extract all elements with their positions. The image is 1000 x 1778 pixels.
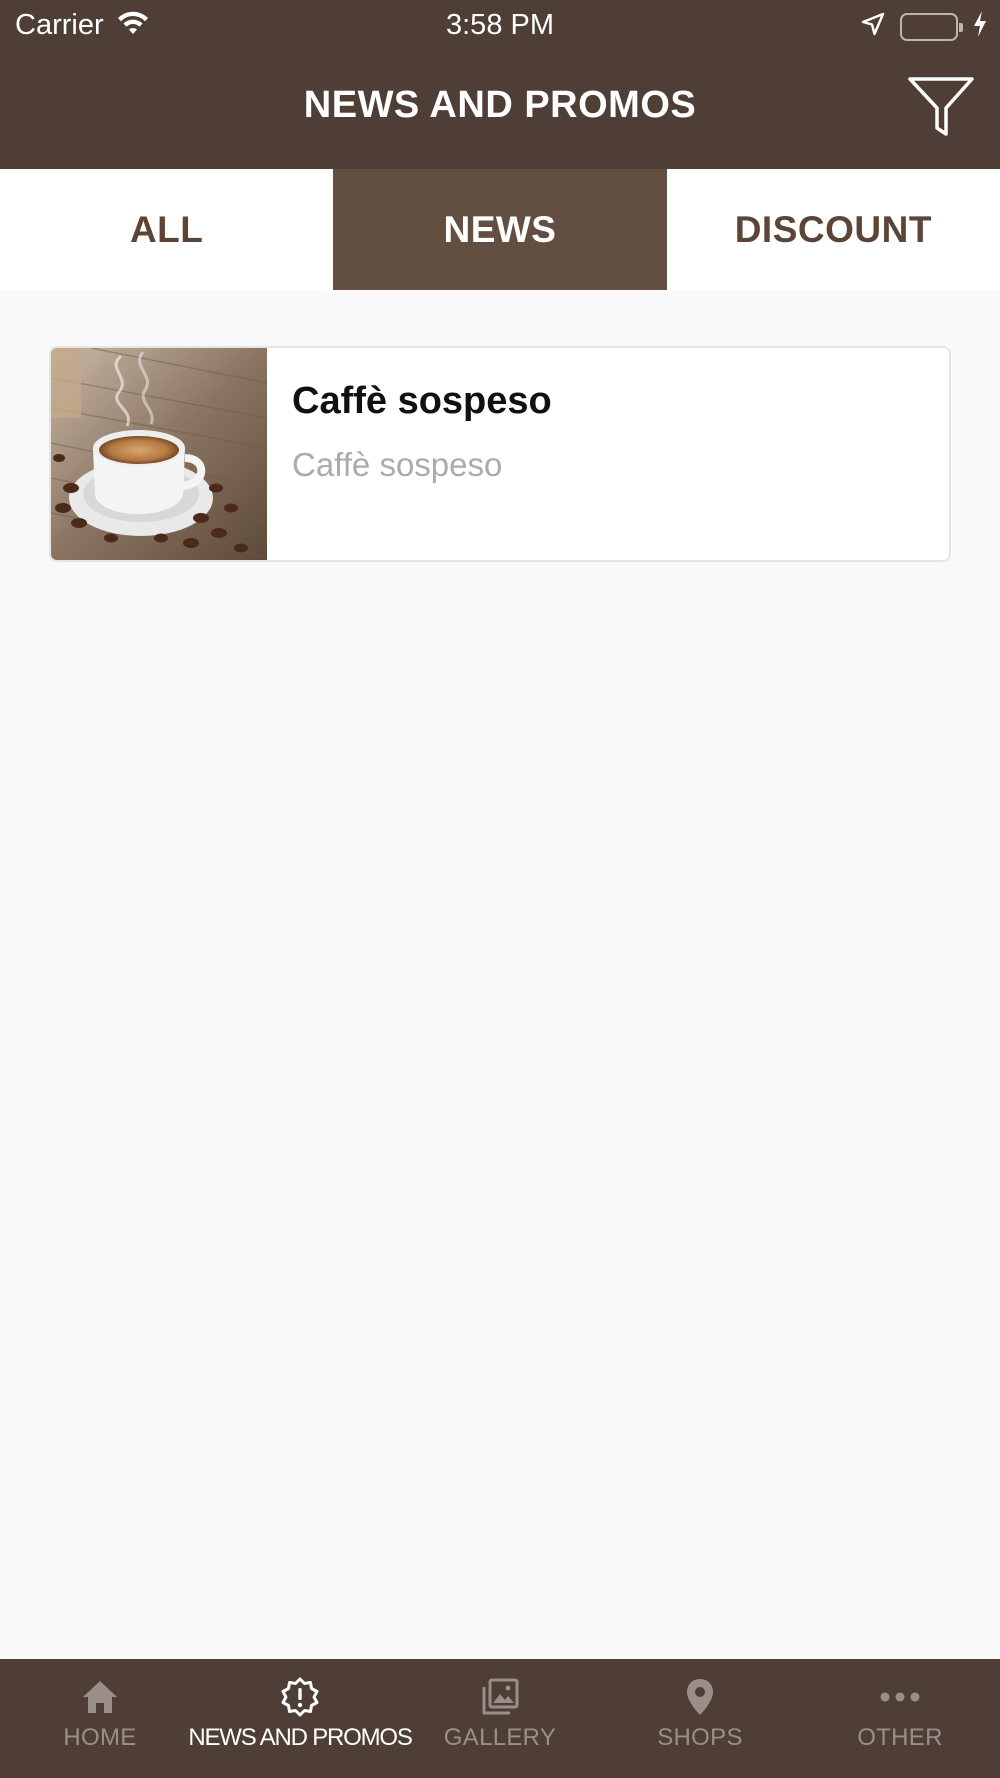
app-screen: Carrier 3:58 PM NEWS AND PROMOS ALL NEWS…	[0, 0, 1000, 1778]
tab-discount[interactable]: DISCOUNT	[667, 169, 1000, 290]
tab-all-label: ALL	[129, 208, 204, 250]
alert-badge-icon	[279, 1676, 321, 1718]
tab-news[interactable]: NEWS	[333, 169, 667, 290]
filter-funnel-icon	[908, 77, 974, 136]
tabbar-item-news-and-promos[interactable]: NEWS AND PROMOS	[188, 1659, 413, 1778]
gallery-icon	[479, 1676, 521, 1718]
page-title: NEWS AND PROMOS	[303, 84, 697, 126]
location-pin-icon	[679, 1676, 721, 1718]
tabbar-label-shops: SHOPS	[657, 1724, 743, 1751]
tabbar-item-gallery[interactable]: GALLERY	[400, 1659, 600, 1778]
status-time: 3:58 PM	[446, 9, 554, 41]
news-card-subtitle: Caffè sospeso	[292, 446, 503, 483]
filter-button[interactable]	[908, 76, 974, 138]
more-dots-icon	[879, 1676, 921, 1718]
news-card[interactable]: Caffè sospeso Caffè sospeso	[49, 346, 951, 562]
status-right	[860, 10, 988, 43]
news-card-image	[51, 348, 267, 560]
battery-icon	[900, 12, 963, 41]
tabbar-label-other: OTHER	[857, 1724, 943, 1751]
tabbar-item-other[interactable]: OTHER	[800, 1659, 1000, 1778]
bottom-tab-bar: HOME NEWS AND PROMOS GALLERY SHOPS OTHER	[0, 1659, 1000, 1778]
category-tabs: ALL NEWS DISCOUNT	[0, 169, 1000, 290]
charging-bolt-icon	[972, 10, 988, 43]
tabbar-item-home[interactable]: HOME	[0, 1659, 200, 1778]
battery-cap	[959, 22, 963, 32]
status-bar: Carrier 3:58 PM	[0, 0, 1000, 52]
tabbar-label-news-and-promos: NEWS AND PROMOS	[188, 1724, 413, 1751]
location-arrow-icon	[860, 11, 886, 42]
tabbar-label-home: HOME	[63, 1724, 137, 1751]
tabbar-item-shops[interactable]: SHOPS	[600, 1659, 800, 1778]
tab-news-label: NEWS	[443, 208, 557, 250]
news-card-title: Caffè sospeso	[292, 380, 552, 422]
tabbar-label-gallery: GALLERY	[443, 1724, 557, 1751]
tab-all[interactable]: ALL	[0, 169, 333, 290]
navigation-bar: NEWS AND PROMOS	[0, 52, 1000, 169]
tab-discount-label: DISCOUNT	[734, 208, 932, 250]
home-icon	[79, 1676, 121, 1718]
